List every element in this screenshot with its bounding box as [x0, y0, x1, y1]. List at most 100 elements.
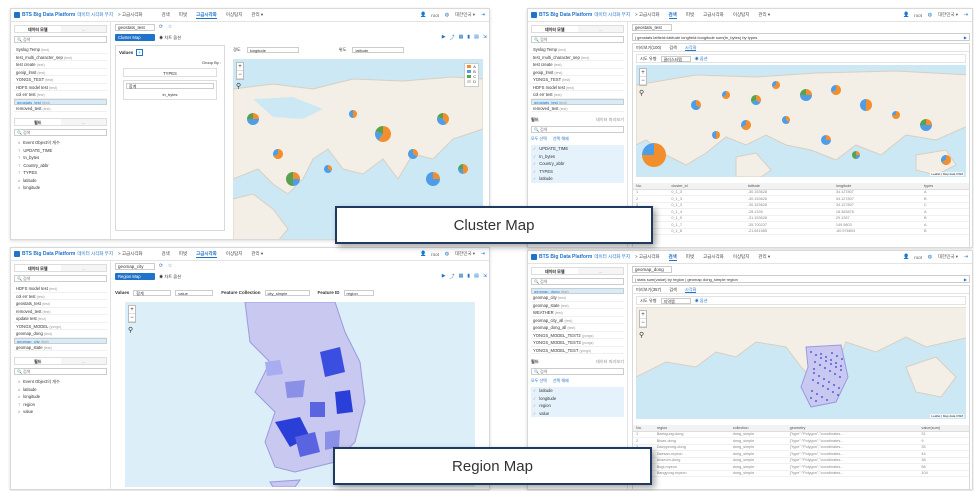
nav-search[interactable]: 검색: [162, 12, 170, 19]
field-item[interactable]: # Event Object의 개수: [14, 378, 107, 386]
model-list-item[interactable]: geomap_dong (test): [14, 330, 107, 338]
user-name[interactable]: root: [914, 255, 922, 260]
model-list-item[interactable]: HDFS model test (test): [14, 285, 107, 293]
chart-option-button[interactable]: ◉ 차트 옵션: [159, 35, 181, 41]
region-marker[interactable]: [816, 393, 818, 395]
zoom-in-button[interactable]: +: [640, 69, 646, 77]
model-list-item[interactable]: col err test (test): [14, 293, 107, 300]
model-list-item[interactable]: geomap_state (test): [14, 344, 107, 351]
region-marker[interactable]: [813, 372, 815, 374]
tab-data-model[interactable]: 데이터 모델: [15, 265, 61, 271]
model-list-item[interactable]: YONGS_MODEL_TEST (yongs): [531, 347, 624, 354]
tab-preview[interactable]: 미리보기(357): [636, 286, 661, 293]
bookmark-icon[interactable]: ▮: [467, 273, 470, 280]
region-marker[interactable]: [823, 378, 825, 380]
aggregate-select[interactable]: 합계: [126, 83, 214, 89]
checkbox-icon[interactable]: ✓: [533, 389, 536, 393]
field-item[interactable]: Ttn_bytes: [14, 154, 107, 162]
field-item[interactable]: # longitude: [14, 184, 107, 192]
region-marker[interactable]: [831, 352, 833, 354]
model-list-item[interactable]: YONGS_TEST (test): [14, 76, 107, 84]
region-marker[interactable]: [830, 363, 832, 365]
deselect-link[interactable]: 선택 해제: [553, 136, 569, 142]
model-list-item[interactable]: geoip_lmst (test): [14, 69, 107, 76]
cluster-map[interactable]: + − ⚲ Leaflet | Map data OSM: [636, 65, 966, 177]
select-all-link[interactable]: 모두 선택: [531, 136, 547, 142]
region-marker[interactable]: [819, 364, 821, 366]
model-list-item[interactable]: test_multi_character_sep (test): [531, 54, 624, 61]
checkbox-icon[interactable]: ✓: [533, 404, 536, 408]
nav-admin[interactable]: 관리 ▾: [251, 251, 263, 258]
field-item[interactable]: # value: [14, 408, 107, 416]
chart-icon[interactable]: ⤴: [450, 34, 455, 41]
logout-icon[interactable]: ⇥: [480, 12, 486, 18]
nav-pivot[interactable]: 피벗: [686, 12, 694, 19]
aggregate-select[interactable]: 합계: [133, 289, 172, 296]
model-search[interactable]: 🔍 검색: [531, 36, 624, 43]
model-list-item[interactable]: YONGS_MODEL (yongs): [14, 323, 107, 330]
aggregate-field-select[interactable]: value: [175, 289, 214, 296]
file-name-field[interactable]: geostats_test: [115, 23, 155, 31]
tab-fields[interactable]: 필드: [15, 358, 61, 364]
chart-icon[interactable]: ⤴: [450, 273, 455, 280]
nav-advanced-viz[interactable]: 고급시각화: [703, 254, 724, 261]
language-select[interactable]: 대한민국 ▾: [455, 12, 475, 18]
tab-preview[interactable]: 미리보기(100): [636, 44, 661, 51]
region-marker[interactable]: [810, 397, 812, 399]
tab-data-model[interactable]: 데이터 모델: [15, 26, 61, 32]
add-value-button[interactable]: +: [136, 49, 143, 56]
field-search[interactable]: 🔍 검색: [14, 368, 107, 375]
tab-fields-other[interactable]: ...: [60, 358, 106, 364]
model-list-item[interactable]: geomap_city_all (test): [531, 317, 624, 324]
zoom-out-button[interactable]: −: [640, 77, 646, 85]
latitude-select[interactable]: latitude: [352, 47, 405, 53]
model-list-item[interactable]: geomap_dong_all (test): [531, 324, 624, 332]
locate-icon[interactable]: ⚲: [639, 89, 644, 97]
region-marker[interactable]: [818, 375, 820, 377]
region-marker[interactable]: [815, 354, 817, 356]
chart-type-select[interactable]: Region Map: [115, 273, 155, 280]
region-marker[interactable]: [835, 362, 837, 364]
feature-id-select[interactable]: region: [343, 289, 374, 296]
locate-icon[interactable]: ⚲: [236, 82, 241, 90]
region-marker[interactable]: [839, 376, 841, 378]
tab-other[interactable]: ...: [577, 268, 623, 274]
nav-advanced-viz[interactable]: 고급시각화: [196, 251, 217, 258]
zoom-in-button[interactable]: +: [640, 311, 646, 319]
cluster-slice[interactable]: [458, 169, 463, 174]
table-row[interactable]: 7Bangyong-myeondong_simple{"type":"Polyg…: [633, 470, 969, 477]
select-all-link[interactable]: 모두 선택: [531, 378, 547, 384]
file-name-field[interactable]: geomap_dong: [632, 265, 672, 273]
region-marker[interactable]: [813, 368, 815, 370]
region-marker[interactable]: [810, 351, 812, 353]
user-name[interactable]: root: [431, 13, 439, 18]
zoom-in-button[interactable]: +: [129, 306, 135, 314]
nav-search[interactable]: 검색: [668, 254, 677, 261]
region-marker[interactable]: [837, 394, 839, 396]
language-select[interactable]: 대한민국 ▾: [938, 254, 958, 260]
model-list-item[interactable]: update test (test): [14, 315, 107, 323]
region-marker[interactable]: [821, 396, 823, 398]
tab-visualization[interactable]: 시각화: [684, 44, 697, 51]
nav-anomaly[interactable]: 이상탐지: [733, 12, 750, 19]
tab-search[interactable]: 검색: [669, 286, 677, 293]
model-search[interactable]: 🔍 검색: [14, 36, 107, 43]
region-marker[interactable]: [820, 353, 822, 355]
field-item[interactable]: # latitude: [14, 386, 107, 394]
longitude-select[interactable]: longitude: [246, 47, 299, 53]
tab-data-model[interactable]: 데이터 모델: [532, 26, 578, 32]
model-list-item[interactable]: test create (test): [14, 61, 107, 69]
nav-admin[interactable]: 관리 ▾: [758, 254, 770, 261]
region-marker[interactable]: [811, 390, 813, 392]
region-marker[interactable]: [827, 388, 829, 390]
logo[interactable]: BTS Big Data Platform 데이터 시각화 무지: [531, 254, 630, 260]
nav-pivot[interactable]: 피벗: [686, 254, 694, 261]
nav-admin[interactable]: 관리 ▾: [758, 12, 770, 19]
refresh-icon[interactable]: ⟳: [158, 24, 164, 30]
nav-search[interactable]: 검색: [668, 12, 677, 19]
run-query-icon[interactable]: ▶: [964, 276, 967, 282]
nav-pivot[interactable]: 피벗: [179, 12, 187, 19]
star-icon[interactable]: ☆: [167, 263, 173, 269]
model-list-item[interactable]: YONGS_MODEL_TEST2 (yongs): [531, 332, 624, 339]
query-bar[interactable]: | stats sum(value) by region | geomap do…: [632, 275, 970, 283]
